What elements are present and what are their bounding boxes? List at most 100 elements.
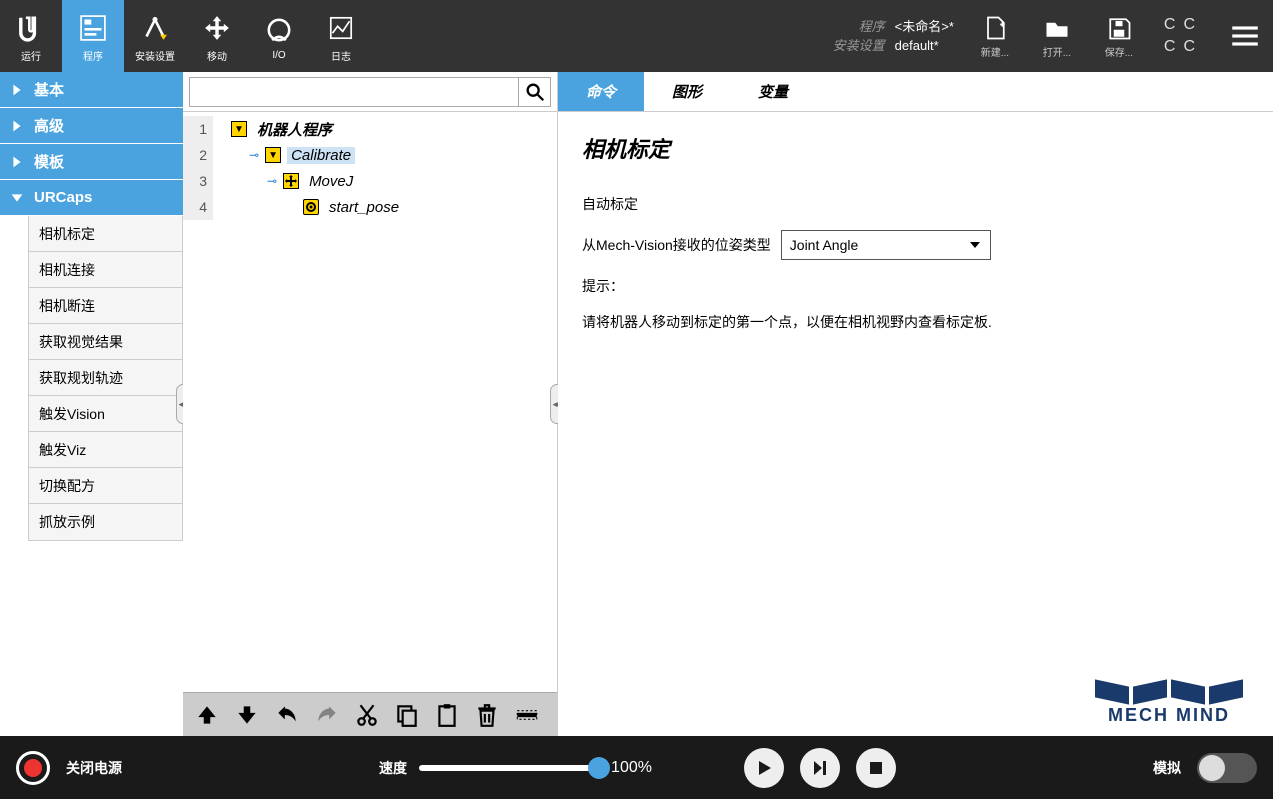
program-meta: 程序<未命名>* 安装设置default* [825,0,964,72]
stop-icon [866,758,886,778]
power-button[interactable] [16,751,50,785]
undo-icon [274,702,300,728]
sidebar-item[interactable]: 触发Vision [29,396,182,432]
paste-button[interactable] [433,701,461,729]
topnav-run[interactable]: 运行 [0,0,62,72]
install-icon [137,10,173,46]
speed-value: 100% [611,759,652,777]
key-icon: ⊸ [267,174,277,188]
expand-icon: ▼ [231,121,247,137]
tree-row[interactable]: 3 ⊸ MoveJ [183,168,557,194]
file-new[interactable]: 新建... [964,0,1026,72]
sidebar-section-template[interactable]: 模板 [0,144,183,180]
search-icon [524,81,546,103]
clipboard-icon [434,702,460,728]
suppress-icon [514,702,540,728]
search-button[interactable] [519,77,551,107]
tree-row[interactable]: 1 ▼ 机器人程序 [183,116,557,142]
topnav-move[interactable]: 移动 [186,0,248,72]
hint-label: 提示： [582,276,1249,296]
speed-label: 速度 [379,758,407,778]
copy-icon [394,702,420,728]
undo-button[interactable] [273,701,301,729]
tab-variables[interactable]: 变量 [730,72,816,111]
sidebar-item[interactable]: 触发Viz [29,432,182,468]
cc-indicator: CCCC [1150,0,1217,72]
redo-button [313,701,341,729]
sidebar-item[interactable]: 获取规划轨迹 [29,360,182,396]
program-tree: 1 ▼ 机器人程序 2 ⊸ ▼ Calibrate 3 ⊸ MoveJ 4 [183,112,557,692]
scissors-icon [354,702,380,728]
folder-icon [1043,14,1071,42]
sim-toggle[interactable] [1197,753,1257,783]
install-name: default* [895,36,939,56]
expand-icon: ▼ [265,147,281,163]
new-file-icon [981,14,1009,42]
chevron-down-icon [968,238,982,252]
tree-row[interactable]: 2 ⊸ ▼ Calibrate [183,142,557,168]
speed-slider[interactable] [419,765,599,771]
urcaps-list: 相机标定 相机连接 相机断连 获取视觉结果 获取规划轨迹 触发Vision 触发… [28,216,183,541]
ur-logo-icon [13,10,49,46]
file-open[interactable]: 打开... [1026,0,1088,72]
sidebar-item[interactable]: 获取视觉结果 [29,324,182,360]
sidebar-section-basic[interactable]: 基本 [0,72,183,108]
move-down-button[interactable] [233,701,261,729]
key-icon: ⊸ [249,148,259,162]
step-icon [810,758,830,778]
topnav-program[interactable]: 程序 [62,0,124,72]
tab-graphics[interactable]: 图形 [644,72,730,111]
suppress-button[interactable] [513,701,541,729]
hamburger-icon [1228,19,1262,53]
pose-type-label: 从Mech-Vision接收的位姿类型 [582,235,771,255]
power-label: 关闭电源 [66,758,122,778]
file-save[interactable]: 保存... [1088,0,1150,72]
copy-button[interactable] [393,701,421,729]
move-icon [199,10,235,46]
chevron-right-icon [8,153,26,171]
mechmind-logo: MECH MIND [1095,683,1243,726]
cut-button[interactable] [353,701,381,729]
hint-text: 请将机器人移动到标定的第一个点，以便在相机视野内查看标定板. [582,312,1249,332]
sim-label: 模拟 [1153,758,1181,778]
footer-bar: 关闭电源 速度 100% 模拟 [0,736,1273,799]
sidebar-item[interactable]: 相机标定 [29,216,182,252]
step-button[interactable] [800,748,840,788]
tree-toolbar [183,692,557,736]
sidebar-item[interactable]: 切换配方 [29,468,182,504]
chevron-down-icon [8,189,26,207]
topbar: 运行 程序 安装设置 移动 I/O 日志 程序<未命名>* 安装设置defaul… [0,0,1273,72]
log-icon [323,10,359,46]
chevron-right-icon [8,81,26,99]
program-tree-panel: 1 ▼ 机器人程序 2 ⊸ ▼ Calibrate 3 ⊸ MoveJ 4 [183,72,558,736]
tab-command[interactable]: 命令 [558,72,644,111]
panel-title: 相机标定 [582,132,1249,164]
io-icon [261,12,297,48]
tree-search-input[interactable] [189,77,519,107]
stop-button[interactable] [856,748,896,788]
move-node-icon [283,173,299,189]
trash-icon [474,702,500,728]
sidebar-section-urcaps[interactable]: URCaps [0,180,183,216]
sidebar-item[interactable]: 抓放示例 [29,504,182,540]
topnav-install[interactable]: 安装设置 [124,0,186,72]
sidebar-item[interactable]: 相机断连 [29,288,182,324]
program-name: <未命名>* [895,17,954,37]
topnav-log[interactable]: 日志 [310,0,372,72]
detail-tabs: 命令 图形 变量 [558,72,1273,112]
save-icon [1105,14,1133,42]
move-up-button[interactable] [193,701,221,729]
tree-row[interactable]: 4 start_pose [183,194,557,220]
play-icon [754,758,774,778]
auto-calibrate-label: 自动标定 [582,194,1249,214]
pose-type-select[interactable]: Joint Angle [781,230,991,260]
play-button[interactable] [744,748,784,788]
topnav-io[interactable]: I/O [248,0,310,72]
delete-button[interactable] [473,701,501,729]
menu-button[interactable] [1217,0,1273,72]
arrow-down-icon [234,702,260,728]
sidebar: 基本 高级 模板 URCaps 相机标定 相机连接 相机断连 获取视觉结果 获取… [0,72,183,736]
sidebar-item[interactable]: 相机连接 [29,252,182,288]
program-icon [75,10,111,46]
sidebar-section-advanced[interactable]: 高级 [0,108,183,144]
